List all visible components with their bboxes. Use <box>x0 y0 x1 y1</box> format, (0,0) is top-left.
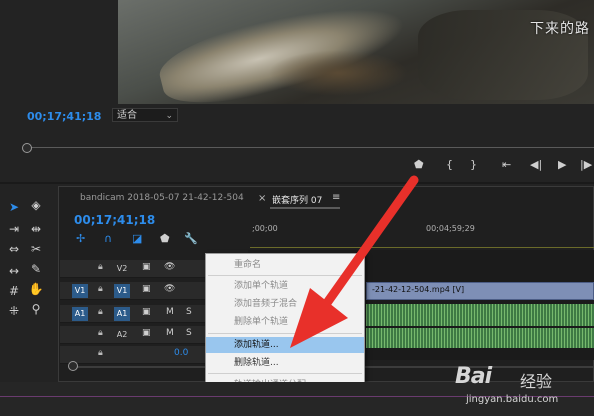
tools-panel: ➤ ◈ ⇥ ⇹ ⇔ ✂ ↔ ✎ # ✋ ⁜ ⚲ <box>0 186 56 376</box>
sync-lock-icon[interactable]: ▣ <box>142 284 151 294</box>
zoom-icon[interactable]: ⚲ <box>28 302 44 316</box>
track-target-a2[interactable]: A2 <box>114 328 130 342</box>
razor-icon[interactable]: ✂ <box>28 242 44 256</box>
track-select-icon[interactable]: ◈ <box>28 198 44 212</box>
tab-source-sequence[interactable]: bandicam 2018-05-07 21-42-12-504 <box>80 193 244 203</box>
sync-lock-icon[interactable]: ▣ <box>142 328 151 338</box>
video-subtitle: 下来的路 <box>530 21 590 37</box>
step-back-icon[interactable]: ◀| <box>530 158 542 171</box>
baidu-watermark-url: jingyan.baidu.com <box>466 394 559 405</box>
solo-button[interactable]: S <box>186 307 192 317</box>
eye-icon[interactable]: 👁︎ <box>164 262 175 272</box>
chevron-down-icon: ⌄ <box>165 111 173 121</box>
lock-icon[interactable]: 🔒︎ <box>98 307 103 317</box>
baidu-watermark-logo: Bai <box>455 364 492 389</box>
lock-icon[interactable]: 🔒︎ <box>98 262 103 272</box>
mute-button[interactable]: M <box>166 307 174 317</box>
track-target-a1[interactable]: A1 <box>114 307 130 321</box>
track-target-v2[interactable]: V2 <box>114 262 130 276</box>
hand-icon[interactable]: ✋ <box>28 282 44 296</box>
red-annotation-arrow <box>290 175 419 348</box>
type-tool-icon[interactable]: ⁜ <box>6 304 22 318</box>
lock-icon[interactable]: 🔒︎ <box>98 284 103 294</box>
program-playhead-handle[interactable] <box>22 143 32 153</box>
lock-icon[interactable]: 🔒︎ <box>98 348 103 358</box>
zoom-fit-value: 适合 <box>117 110 137 121</box>
lock-icon[interactable]: 🔒︎ <box>98 328 103 338</box>
sync-lock-icon[interactable]: ▣ <box>142 307 151 317</box>
linked-selection-icon[interactable]: ◪ <box>132 232 142 245</box>
solo-button[interactable]: S <box>186 328 192 338</box>
source-patch-a1[interactable]: A1 <box>72 307 88 321</box>
go-to-in-icon[interactable]: ⇤ <box>502 158 511 171</box>
wrench-icon[interactable]: 🔧 <box>184 232 198 245</box>
slip-icon[interactable]: ↔ <box>6 264 22 278</box>
timeline-scroll-handle[interactable] <box>68 361 78 371</box>
track-target-v1[interactable]: V1 <box>114 284 130 298</box>
ripple-edit-icon[interactable]: ⇥ <box>6 222 22 236</box>
arrow-shaft <box>317 175 419 315</box>
out-point-icon[interactable]: } <box>470 158 477 171</box>
step-forward-icon[interactable]: |▶ <box>580 158 592 171</box>
eye-icon[interactable]: 👁︎ <box>164 284 175 294</box>
program-timecode[interactable]: 00;17;41;18 <box>27 110 101 123</box>
nest-toggle-icon[interactable]: ✢ <box>76 232 85 245</box>
timeline-timecode[interactable]: 00;17;41;18 <box>74 213 155 227</box>
transport-controls: ⬟ { } ⇤ ◀| ▶ |▶ <box>412 158 594 174</box>
add-marker-icon[interactable]: ⬟ <box>160 232 170 245</box>
snap-icon[interactable]: ∩ <box>104 232 112 245</box>
baidu-watermark-suffix: 经验 <box>520 372 553 391</box>
arrow-head <box>290 288 348 348</box>
pen-icon[interactable]: ✎ <box>28 262 44 276</box>
play-icon[interactable]: ▶ <box>558 158 566 171</box>
rolling-edit-icon[interactable]: ⇹ <box>28 222 44 236</box>
tab-close-icon[interactable]: × <box>258 193 266 204</box>
mute-button[interactable]: M <box>166 328 174 338</box>
source-patch-v1[interactable]: V1 <box>72 284 88 298</box>
sync-lock-icon[interactable]: ▣ <box>142 262 151 272</box>
menu-separator <box>208 373 362 374</box>
slide-icon[interactable]: # <box>6 284 22 298</box>
program-monitor-video: 下来的路 <box>118 0 594 104</box>
video-frame-detail <box>268 50 408 96</box>
selection-tool-icon[interactable]: ➤ <box>6 200 22 214</box>
ruler-mark-label: 00;04;59;29 <box>426 224 475 233</box>
program-scrub-bar[interactable] <box>26 147 594 148</box>
master-volume-value[interactable]: 0.0 <box>174 348 188 358</box>
zoom-fit-select[interactable]: 适合 ⌄ <box>112 108 178 122</box>
rate-stretch-icon[interactable]: ⇔ <box>6 242 22 256</box>
in-point-icon[interactable]: { <box>446 158 453 171</box>
